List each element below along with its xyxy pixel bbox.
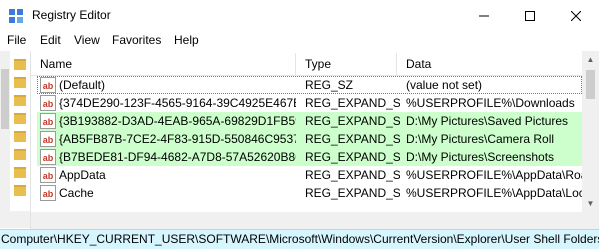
folder-icon[interactable] [14, 77, 26, 88]
menu-bar: File Edit View Favorites Help [0, 31, 599, 50]
scrollbar-corner [582, 212, 599, 229]
svg-text:ab: ab [43, 81, 54, 91]
column-header-name[interactable]: Name [31, 53, 296, 75]
registry-editor-icon [9, 9, 23, 23]
string-value-icon: ab [40, 95, 56, 111]
value-data: %USERPROFILE%\AppData\Roar [406, 168, 582, 182]
svg-text:ab: ab [43, 171, 54, 181]
value-name: {AB5FB87B-7CE2-4F83-915D-550846C9537B} [59, 132, 296, 146]
svg-text:ab: ab [43, 189, 54, 199]
string-value-icon: ab [40, 131, 56, 147]
string-value-icon: ab [40, 185, 56, 201]
value-data: %USERPROFILE%\Downloads [406, 96, 575, 110]
folder-icon[interactable] [14, 113, 26, 124]
value-type: REG_EXPAND_SZ [305, 96, 400, 110]
value-name: (Default) [59, 78, 106, 92]
value-data: (value not set) [406, 78, 483, 92]
value-name: AppData [59, 168, 106, 182]
scroll-down-icon[interactable]: ▼ [582, 195, 599, 212]
table-row[interactable]: ab AppData REG_EXPAND_SZ %USERPROFILE%\AppD… [37, 166, 582, 184]
close-icon [571, 10, 581, 21]
value-data: D:\My Pictures\Screenshots [406, 150, 555, 164]
status-bar: Computer\HKEY_CURRENT_USER\SOFTWARE\Micr… [0, 229, 599, 249]
values-vertical-scrollbar[interactable]: ▲ ▼ [582, 51, 599, 212]
values-horizontal-scrollbar[interactable] [31, 212, 582, 229]
table-row[interactable]: ab {B7BEDE81-DF94-4682-A7D8-57A52620B86F}… [37, 148, 582, 166]
string-value-icon: ab [40, 77, 56, 93]
string-value-icon: ab [40, 167, 56, 183]
scroll-up-icon[interactable]: ▲ [582, 51, 599, 68]
value-data: D:\My Pictures\Camera Roll [406, 132, 555, 146]
minimize-icon [479, 15, 489, 16]
maximize-button[interactable] [507, 0, 553, 31]
folder-icon[interactable] [14, 149, 26, 160]
column-header-type[interactable]: Type [296, 53, 397, 75]
table-row[interactable]: ab {AB5FB87B-7CE2-4F83-915D-550846C9537B}… [37, 130, 582, 148]
value-type: REG_EXPAND_SZ [305, 114, 400, 128]
value-name: {374DE290-123F-4565-9164-39C4925E467B} [59, 96, 296, 110]
value-name: {3B193882-D3AD-4EAB-965A-69829D1FB59F} [59, 114, 296, 128]
status-key-path: Computer\HKEY_CURRENT_USER\SOFTWARE\Micr… [1, 232, 599, 246]
close-button[interactable] [553, 0, 599, 31]
minimize-button[interactable] [461, 0, 507, 31]
table-row[interactable]: ab (Default) REG_SZ (value not set) [37, 76, 582, 94]
tree-vertical-scrollbar[interactable] [0, 51, 10, 211]
value-name: {B7BEDE81-DF94-4682-A7D8-57A52620B86F} [59, 150, 296, 164]
tree-scroll-thumb[interactable] [1, 69, 9, 129]
value-type: REG_EXPAND_SZ [305, 150, 400, 164]
svg-text:ab: ab [43, 117, 54, 127]
table-row[interactable]: ab {374DE290-123F-4565-9164-39C4925E467B}… [37, 94, 582, 112]
svg-text:ab: ab [43, 99, 54, 109]
column-header: Name Type Data [31, 53, 582, 76]
string-value-icon: ab [40, 149, 56, 165]
menu-file[interactable]: File [7, 33, 26, 47]
column-header-data[interactable]: Data [397, 53, 582, 75]
string-value-icon: ab [40, 113, 56, 129]
folder-icon[interactable] [14, 59, 26, 70]
menu-favorites[interactable]: Favorites [112, 33, 161, 47]
values-scroll-thumb[interactable] [586, 70, 595, 99]
svg-text:ab: ab [43, 153, 54, 163]
folder-icon[interactable] [14, 185, 26, 196]
folder-icon[interactable] [14, 131, 26, 142]
menu-edit[interactable]: Edit [40, 33, 61, 47]
key-tree-pane[interactable] [0, 51, 31, 229]
values-list-pane[interactable]: Name Type Data ab (Default) REG_SZ (value n… [31, 51, 599, 229]
value-name: Cache [59, 186, 94, 200]
value-type: REG_SZ [305, 78, 354, 92]
value-type: REG_EXPAND_SZ [305, 168, 400, 182]
maximize-icon [525, 10, 535, 21]
value-type: REG_EXPAND_SZ [305, 186, 400, 200]
svg-text:ab: ab [43, 135, 54, 145]
tree-horizontal-scrollbar[interactable] [0, 211, 30, 228]
title-bar[interactable]: Registry Editor [0, 0, 599, 31]
window-title: Registry Editor [32, 8, 111, 22]
value-data: D:\My Pictures\Saved Pictures [406, 114, 569, 128]
table-row[interactable]: ab Cache REG_EXPAND_SZ %USERPROFILE%\AppDat… [37, 184, 582, 202]
value-data: %USERPROFILE%\AppData\Loca [406, 186, 582, 200]
menu-view[interactable]: View [74, 33, 100, 47]
value-type: REG_EXPAND_SZ [305, 132, 400, 146]
menu-help[interactable]: Help [174, 33, 199, 47]
folder-icon[interactable] [14, 167, 26, 178]
table-row[interactable]: ab {3B193882-D3AD-4EAB-965A-69829D1FB59F}… [37, 112, 582, 130]
folder-icon[interactable] [14, 95, 26, 106]
